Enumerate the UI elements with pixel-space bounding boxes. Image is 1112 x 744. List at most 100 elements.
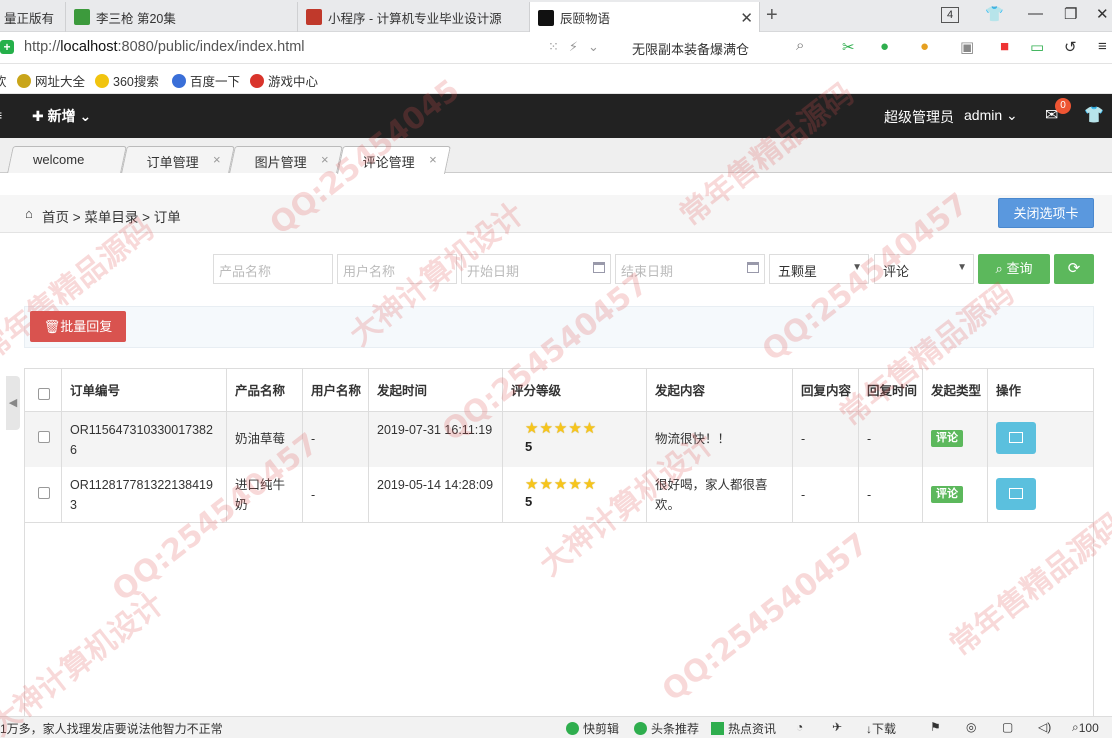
col-header[interactable]: 评分等级 (504, 381, 568, 401)
close-tab-icon[interactable]: ✕ (740, 9, 753, 27)
divider (25, 522, 1093, 523)
type-select[interactable]: 评论 ▼ (874, 254, 974, 284)
col-header[interactable]: 发起类型 (924, 381, 988, 401)
minimize-icon[interactable]: — (1028, 5, 1043, 22)
col-header[interactable]: 发起内容 (648, 381, 712, 401)
close-icon[interactable]: × (213, 152, 221, 167)
placeholder: 开始日期 (467, 264, 520, 279)
restore-icon[interactable]: ❐ (1064, 5, 1077, 23)
tab-order-management[interactable]: 订单管理 × (121, 146, 235, 173)
play-icon (634, 722, 647, 735)
reply-content: - (801, 432, 806, 446)
news-icon (711, 722, 724, 735)
placeholder: 结束日期 (621, 264, 674, 279)
bookmark-item[interactable]: 网址大全 (17, 71, 85, 90)
col-header[interactable]: 回复内容 (794, 381, 858, 401)
status-item[interactable]: 头条推荐 (634, 720, 699, 737)
browser-icon[interactable]: ◎ (966, 720, 976, 734)
speed-icon[interactable]: ◔ (796, 720, 803, 734)
mail-badge: 0 (1055, 98, 1071, 114)
flag-icon[interactable]: ⚑ (930, 720, 941, 734)
query-button[interactable]: ⌕ 查询 (978, 254, 1050, 284)
divider (858, 369, 859, 523)
status-item[interactable]: 快剪辑 (566, 720, 619, 737)
select-all-checkbox[interactable] (38, 388, 50, 400)
browser-tab[interactable]: 量正版有 (0, 2, 66, 32)
comment-content: 很好喝，家人都很喜欢。 (655, 478, 768, 512)
sidebar-collapse-handle[interactable]: ◀ (6, 376, 20, 430)
image-icon[interactable]: ▣ (960, 38, 974, 56)
col-header[interactable]: 用户名称 (304, 381, 368, 401)
undo-icon[interactable]: ↺ (1064, 38, 1077, 56)
window-icon[interactable]: ▢ (1002, 720, 1013, 734)
type-badge: 评论 (931, 486, 963, 503)
row-checkbox[interactable] (38, 431, 50, 443)
view-image-button[interactable] (996, 478, 1036, 510)
status-item[interactable]: 热点资讯 (711, 720, 776, 737)
menu-icon[interactable]: ≡ (1098, 38, 1107, 55)
user-menu[interactable]: admin ⌄ (964, 107, 1018, 124)
bookmark-item[interactable]: 游戏中心 (250, 71, 318, 90)
browser-tab[interactable]: 李三枪 第20集 (66, 2, 298, 32)
close-window-icon[interactable]: ✕ (1096, 5, 1109, 23)
hot-search[interactable]: 无限副本装备爆满仓 (632, 39, 749, 58)
bookmark-item[interactable]: 360搜索 (95, 71, 159, 90)
tab-image-management[interactable]: 图片管理 × (229, 146, 343, 173)
close-icon[interactable]: × (321, 152, 329, 167)
status-label: 100 (1078, 720, 1099, 735)
col-header[interactable]: 订单编号 (63, 381, 127, 401)
col-header[interactable]: 回复时间 (860, 381, 924, 401)
grid-icon[interactable]: ⁙⚡⌄ (548, 39, 609, 55)
breadcrumb-path: 首页 > 菜单目录 > 订单 (42, 210, 181, 225)
bookmark-item[interactable]: 欢 (0, 71, 7, 90)
paw-icon (172, 73, 186, 88)
new-tab-icon[interactable]: + (766, 4, 778, 27)
close-tabs-button[interactable]: 关闭选项卡 (998, 198, 1094, 228)
tab-count[interactable]: 4 (941, 7, 959, 23)
view-image-button[interactable] (996, 422, 1036, 454)
translate-icon[interactable]: ● (880, 38, 889, 55)
browser-tab-active[interactable]: 辰颐物语 ✕ (530, 2, 760, 33)
user-name-input[interactable]: 用户名称 (337, 254, 457, 284)
news-ticker[interactable]: 1万多，家人找理发店要说法他智力不正常 (0, 720, 223, 737)
rating-value: 五颗星 (778, 264, 818, 279)
bookmark-item[interactable]: 百度一下 (172, 71, 240, 90)
product-name-input[interactable]: 产品名称 (213, 254, 333, 284)
divider (226, 369, 227, 523)
sidebar-toggle[interactable]: ≡ (0, 107, 2, 123)
search-icon[interactable]: ⌕ (796, 37, 804, 54)
start-date-input[interactable]: 开始日期 (461, 254, 611, 284)
add-menu[interactable]: ✚ 新增 ⌄ (32, 106, 91, 126)
browser-tab[interactable]: 小程序 - 计算机专业毕业设计源 (298, 2, 530, 32)
volume-icon[interactable]: ◁) (1038, 720, 1051, 734)
refresh-button[interactable]: ⟳ (1054, 254, 1094, 284)
trash-icon: 🗑 (43, 319, 61, 334)
skin-icon[interactable]: 👕 (985, 5, 1004, 23)
breadcrumb-home[interactable]: 首页 (42, 210, 69, 225)
row-checkbox[interactable] (38, 487, 50, 499)
pin-icon[interactable]: ✈ (832, 720, 842, 734)
bookmark-label: 百度一下 (190, 75, 241, 89)
batch-reply-button[interactable]: 🗑批量回复 (30, 311, 126, 342)
zoom-level[interactable]: ⌕ 100 (1072, 720, 1099, 735)
bookmark-icon (17, 73, 31, 88)
scissors-icon[interactable]: ✂ (842, 38, 855, 56)
apps-icon[interactable]: ■ (1000, 38, 1009, 55)
reply-time: - (867, 488, 872, 502)
col-header[interactable]: 发起时间 (370, 381, 434, 401)
url-path: :8080/public/index/index.html (117, 39, 305, 55)
col-header[interactable]: 产品名称 (228, 381, 292, 401)
end-date-input[interactable]: 结束日期 (615, 254, 765, 284)
tab-comment-management[interactable]: 评论管理 × (337, 146, 451, 174)
theme-icon[interactable]: 👕 (1084, 105, 1104, 125)
col-header[interactable]: 操作 (989, 381, 1028, 401)
battery-icon[interactable]: ▭ (1030, 38, 1044, 56)
close-icon[interactable]: × (430, 152, 438, 167)
tab-welcome[interactable]: welcome (7, 146, 127, 173)
rating-stars: ★★★★★ (525, 420, 598, 437)
url-field[interactable]: http://localhost:8080/public/index/index… (24, 39, 305, 55)
divider (502, 369, 503, 523)
rating-select[interactable]: 五颗星 ▼ (769, 254, 869, 284)
coin-icon[interactable]: ● (920, 38, 929, 55)
status-item[interactable]: ↓ 下载 (866, 720, 896, 737)
